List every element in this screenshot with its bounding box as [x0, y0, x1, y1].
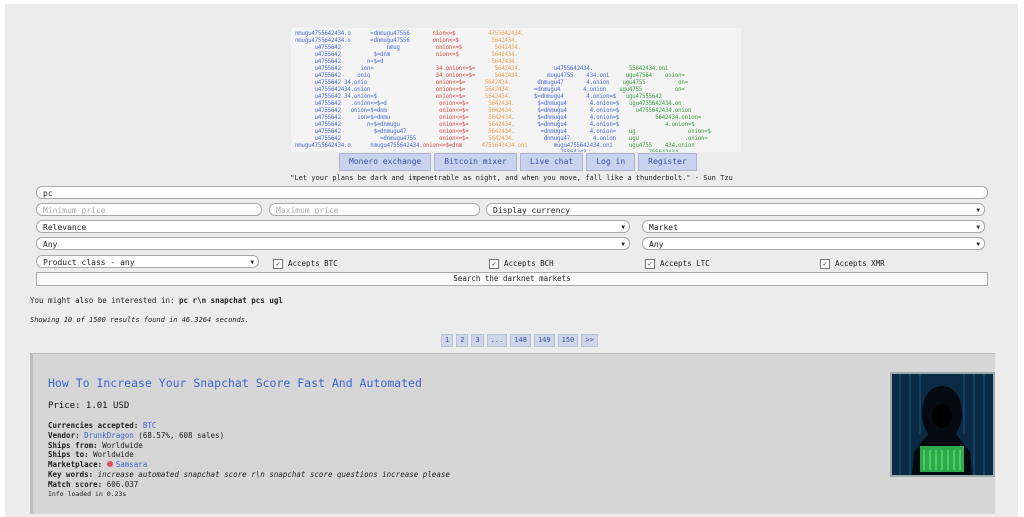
search-button[interactable]: Search the darknet markets — [36, 272, 988, 286]
match-score: 606.037 — [106, 479, 139, 489]
keywords-label: Key words: — [48, 469, 98, 479]
accepts-btc-label: Accepts BTC — [288, 259, 338, 268]
accepts-ltc[interactable]: ✓ Accepts LTC — [645, 259, 710, 269]
filter-select-2[interactable]: Any — [642, 237, 985, 251]
nav-bitcoin-mixer[interactable]: Bitcoin mixer — [434, 153, 517, 171]
currencies-label: Currencies accepted: — [48, 421, 143, 430]
accepts-xmr-label: Accepts XMR — [835, 259, 885, 268]
page-1[interactable]: 1 — [441, 334, 454, 347]
quote: "Let your plans be dark and impenetrable… — [290, 174, 733, 182]
page-next[interactable]: >> — [581, 334, 598, 347]
info-loaded: Info loaded in 0.23s — [48, 489, 127, 498]
results-summary: Showing 10 of 1500 results found in 46.3… — [30, 316, 250, 324]
page-149[interactable]: 149 — [533, 334, 555, 347]
market-select[interactable]: Market — [642, 220, 985, 234]
hacker-illustration — [892, 374, 993, 475]
currency-btc-link[interactable]: BTC — [143, 421, 157, 430]
vendor-label: Vendor: — [48, 430, 85, 440]
accepts-btc[interactable]: ✓ Accepts BTC — [273, 259, 338, 269]
product-class-select[interactable]: Product class - any — [36, 255, 259, 269]
nav-live-chat[interactable]: Live chat — [519, 153, 584, 171]
accepts-xmr[interactable]: ✓ Accepts XMR — [820, 259, 885, 269]
currency-select[interactable]: Display currency — [486, 203, 985, 217]
related-prefix: You might also be interested in: — [30, 296, 180, 305]
vendor-stats: (68.57%, 608 sales) — [133, 430, 225, 440]
marketplace-status-icon — [106, 461, 113, 468]
marketplace-link[interactable]: Samsara — [116, 460, 148, 469]
ships-from: Worldwide — [102, 440, 143, 450]
match-label: Match score: — [48, 479, 107, 489]
nav-log-in[interactable]: Log in — [586, 153, 636, 171]
nav-monero-exchange[interactable]: Monero exchange — [339, 153, 432, 171]
hacker-image[interactable] — [890, 372, 995, 477]
checkbox-xmr[interactable]: ✓ — [820, 259, 830, 269]
filter-select-1[interactable]: Any — [36, 237, 630, 251]
page-ellipsis[interactable]: ... — [486, 334, 508, 347]
keywords: increase automated snapchat score r\n sn… — [97, 469, 450, 479]
result-price: Price: 1.01 USD — [48, 401, 130, 411]
related-searches: You might also be interested in: pc r\n … — [30, 296, 283, 305]
result-details: Currencies accepted: BTC Vendor: DrunkDr… — [48, 421, 450, 499]
accepts-ltc-label: Accepts LTC — [660, 259, 710, 268]
checkbox-bch[interactable]: ✓ — [489, 259, 499, 269]
ships-to: Worldwide — [93, 450, 134, 460]
page-3[interactable]: 3 — [471, 334, 484, 347]
marketplace-label: Marketplace: — [48, 460, 107, 470]
sort-select[interactable]: Relevance — [36, 220, 630, 234]
result-title[interactable]: How To Increase Your Snapchat Score Fast… — [48, 376, 422, 390]
accepts-bch-label: Accepts BCH — [504, 259, 554, 268]
checkbox-ltc[interactable]: ✓ — [645, 259, 655, 269]
related-terms[interactable]: pc r\n snapchat pcs ugl — [179, 296, 283, 305]
nav-register[interactable]: Register — [638, 153, 697, 171]
search-input[interactable]: pc — [36, 186, 988, 199]
top-nav: Monero exchange Bitcoin mixer Live chat … — [339, 153, 697, 171]
page-2[interactable]: 2 — [456, 334, 469, 347]
checkbox-btc[interactable]: ✓ — [273, 259, 283, 269]
pagination: 1 2 3 ... 148 149 150 >> — [441, 334, 598, 347]
ships-from-label: Ships from: — [48, 440, 103, 450]
min-price-input[interactable]: Minimum price — [36, 203, 262, 216]
max-price-input[interactable]: Maximum price — [269, 203, 480, 216]
ships-to-label: Ships to: — [48, 450, 94, 460]
result-card: How To Increase Your Snapchat Score Fast… — [30, 353, 995, 514]
ascii-logo: nmugu4755642434.o =dnmugu47556 nion<=$ 4… — [291, 28, 741, 152]
accepts-bch[interactable]: ✓ Accepts BCH — [489, 259, 554, 269]
vendor-link[interactable]: DrunkDragon — [84, 431, 134, 440]
page-150[interactable]: 150 — [557, 334, 579, 347]
page: nmugu4755642434.o =dnmugu47556 nion<=$ 4… — [5, 4, 1018, 517]
page-148[interactable]: 148 — [510, 334, 531, 347]
